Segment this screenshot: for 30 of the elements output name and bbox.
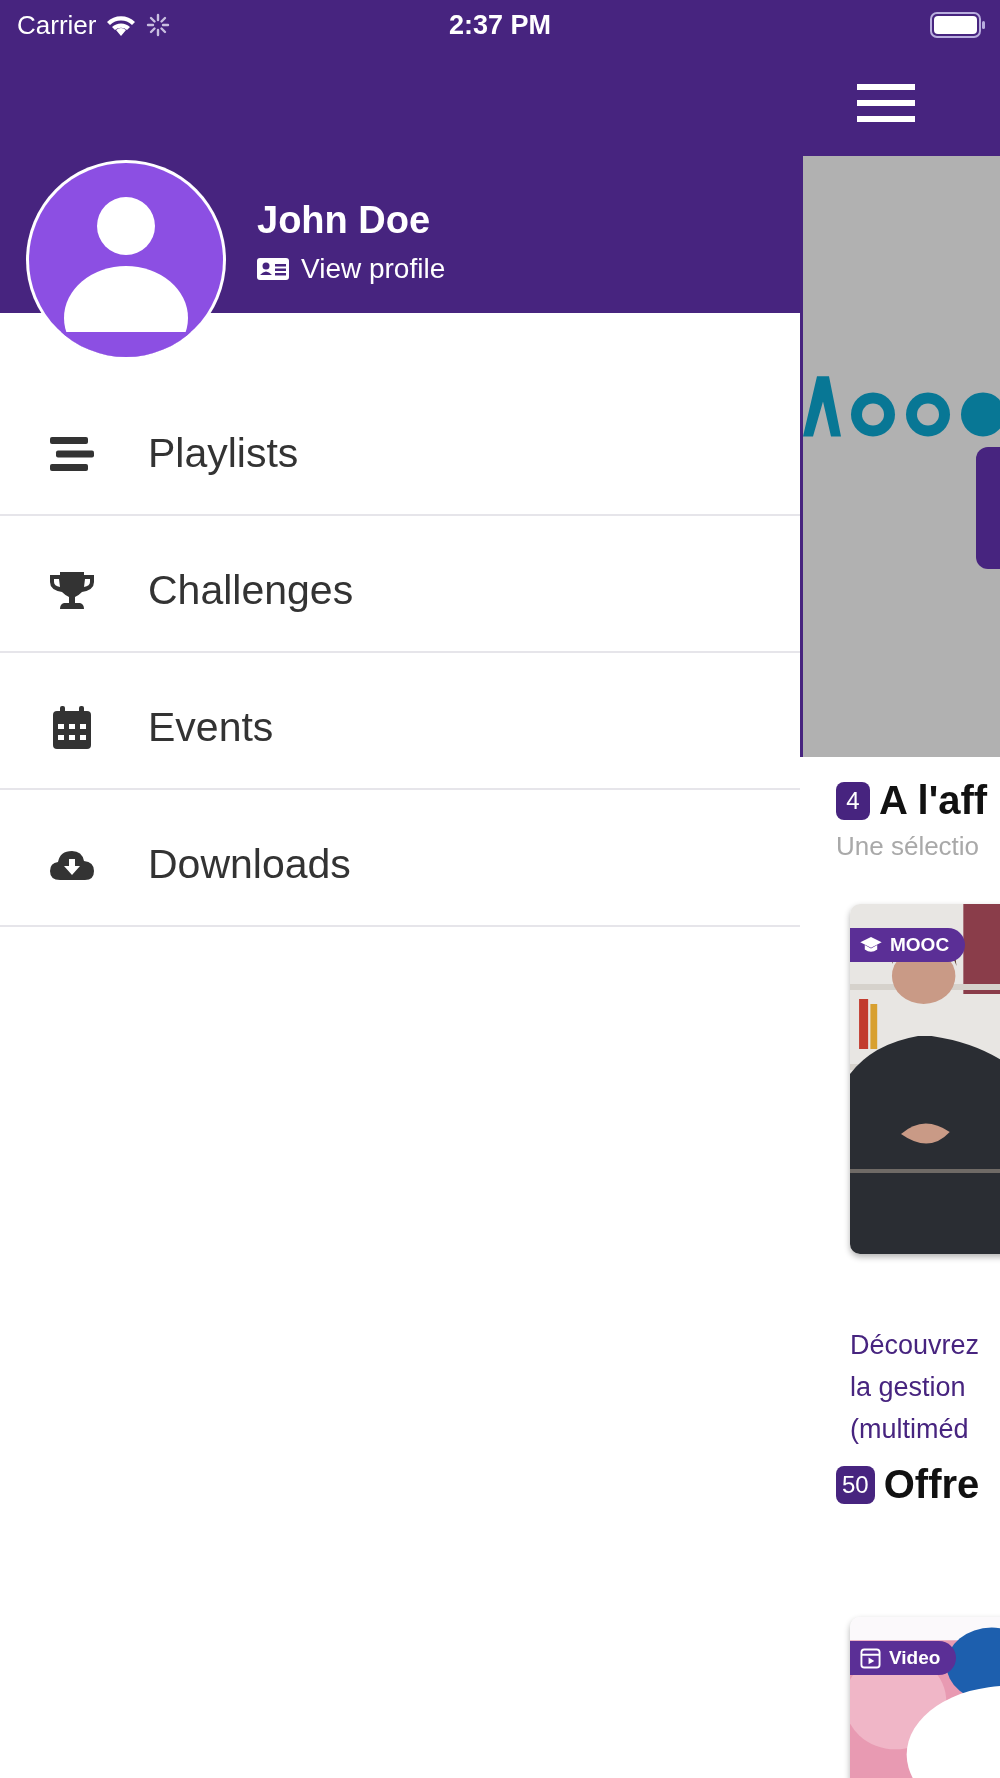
video-icon: [860, 1647, 881, 1669]
category-tag: MOOC: [850, 928, 966, 962]
menu-button[interactable]: [857, 83, 915, 123]
menu-item[interactable]: Downloads: [0, 790, 800, 927]
section-title: A l'aff: [879, 778, 988, 823]
calendar-icon: [50, 705, 94, 750]
trophy-icon: [50, 571, 94, 610]
category-tag: Video: [850, 1641, 957, 1675]
course-card[interactable]: MOOC: [850, 904, 1000, 1254]
section-title: Offre: [883, 1462, 980, 1507]
card-title-line: Découvrez: [850, 1329, 981, 1362]
battery-icon: [930, 12, 986, 38]
list-icon: [50, 434, 94, 473]
menu-item[interactable]: Events: [0, 653, 800, 790]
menu-item[interactable]: Playlists: [0, 379, 800, 516]
clock-time: 2:37 PM: [449, 9, 551, 41]
section-subtitle: Une sélectio: [836, 831, 981, 862]
cloud-download-icon: [50, 848, 94, 881]
id-card-icon: [257, 257, 289, 281]
loading-icon: [146, 13, 171, 37]
view-profile-link[interactable]: View profile: [257, 252, 446, 286]
course-card[interactable]: Video: [850, 1617, 1000, 1778]
graduation-cap-icon: [860, 937, 882, 953]
count-badge: 4: [836, 781, 870, 820]
card-title-line: la gestion: [850, 1371, 967, 1404]
user-name: John Doe: [257, 198, 432, 242]
carrier-label: Carrier: [17, 9, 97, 41]
menu-item[interactable]: Challenges: [0, 516, 800, 653]
count-badge: 50: [836, 1465, 875, 1504]
card-title-line: (multiméd: [850, 1413, 970, 1446]
